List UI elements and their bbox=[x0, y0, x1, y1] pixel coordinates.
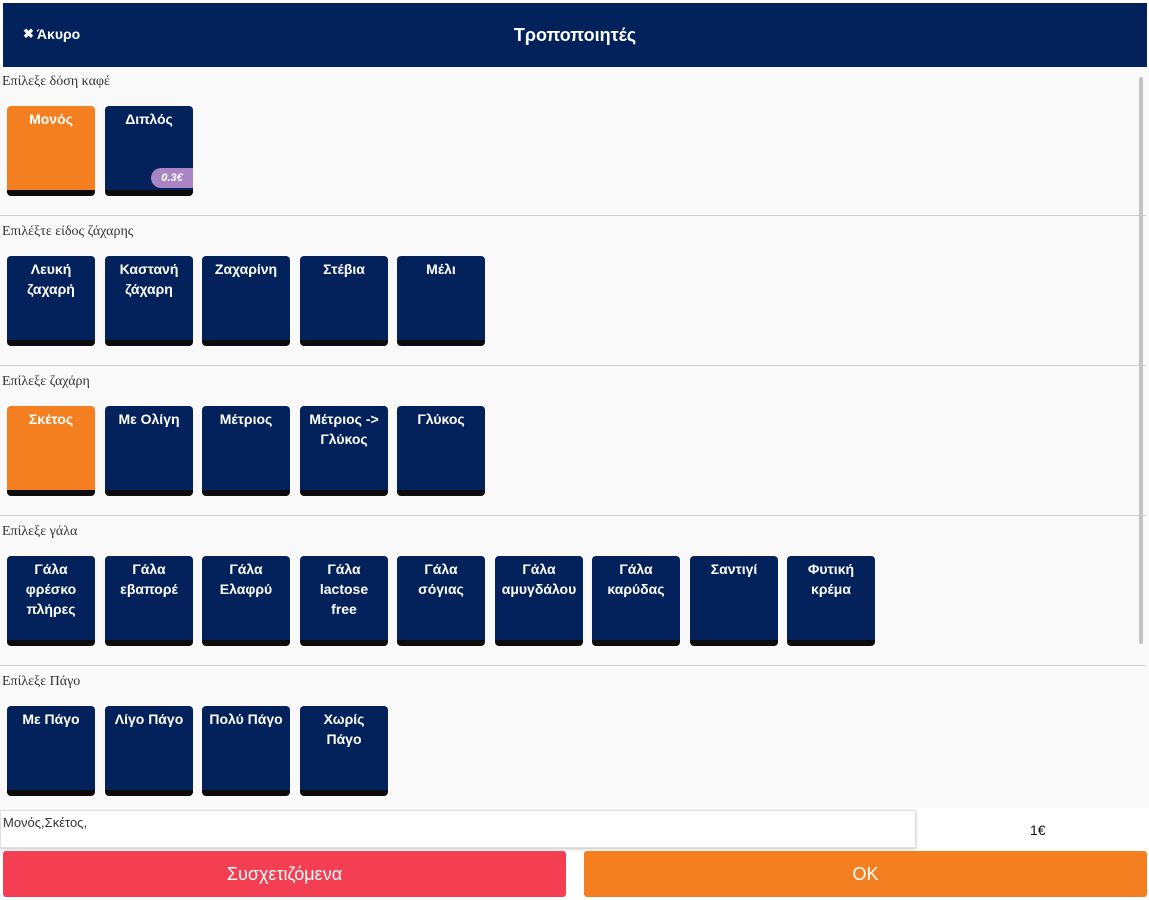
modifier-option[interactable]: Μέλι bbox=[397, 256, 485, 346]
modifier-option-label: Με Ολίγη bbox=[118, 411, 180, 427]
modifier-option-label: Μέτριος -> Γλύκος bbox=[309, 411, 379, 447]
group-label: Επίλεξε γάλα bbox=[2, 524, 78, 539]
modifier-option-label: Χωρίς Πάγο bbox=[323, 711, 365, 747]
modifier-option-label: Γάλα εβαπορέ bbox=[120, 561, 178, 597]
modifier-option[interactable]: Γάλα εβαπορέ bbox=[105, 556, 193, 646]
total-price: 1€ bbox=[1030, 822, 1046, 838]
page-title: Τροποποιητές bbox=[513, 25, 637, 45]
modifier-option-label: Φυτική κρέμα bbox=[807, 561, 855, 597]
group-divider bbox=[0, 215, 1146, 216]
modifier-option-label: Γάλα καρύδας bbox=[607, 561, 665, 597]
group-divider bbox=[0, 365, 1146, 366]
modifier-option[interactable]: Λίγο Πάγο bbox=[105, 706, 193, 796]
top-bar: ✖ Άκυρο Τροποποιητές bbox=[3, 3, 1147, 67]
modifiers-panel[interactable]: Επίλεξε δόση καφέ Μονός Διπλός 0.3€ Επιλέξτε… bbox=[0, 67, 1149, 808]
modifier-group: Επίλεξε γάλα Γάλα φρέσκο πλήρες Γάλα εβαπο… bbox=[0, 517, 1146, 667]
modifier-option-label: Σαντιγί bbox=[710, 561, 758, 577]
modifier-option[interactable]: Διπλός 0.3€ bbox=[105, 106, 193, 196]
selected-modifiers-summary: Μονός,Σκέτος, bbox=[0, 810, 916, 848]
modifier-option[interactable]: Ζαχαρίνη bbox=[202, 256, 290, 346]
modifier-option[interactable]: Γάλα καρύδας bbox=[592, 556, 680, 646]
modifier-option-label: Μέτριος bbox=[219, 411, 273, 427]
modifier-group: Επίλεξε ζαχάρη Σκέτος Με Ολίγη Μέτριος Μέτρι… bbox=[0, 367, 1146, 517]
modifier-option-label: Μονός bbox=[29, 111, 73, 127]
modifier-option[interactable]: Μονός bbox=[7, 106, 95, 196]
group-label: Επίλεξε δόση καφέ bbox=[2, 74, 110, 89]
modifier-option-label: Ζαχαρίνη bbox=[214, 261, 278, 277]
modifier-group: Επιλέξτε είδος ζάχαρης Λευκή ζαχαρή Κασταν… bbox=[0, 217, 1146, 367]
modifier-option-label: Μέλι bbox=[426, 261, 456, 277]
price-badge: 0.3€ bbox=[151, 168, 193, 188]
modifier-option[interactable]: Γάλα Ελαφρύ bbox=[202, 556, 290, 646]
modifier-option[interactable]: Λευκή ζαχαρή bbox=[7, 256, 95, 346]
modifier-option[interactable]: Καστανή ζάχαρη bbox=[105, 256, 193, 346]
modifier-option-label: Λίγο Πάγο bbox=[114, 711, 184, 727]
group-label: Επίλεξε Πάγο bbox=[2, 674, 81, 689]
modifier-option[interactable]: Στέβια bbox=[300, 256, 388, 346]
modifier-option[interactable]: Γάλα φρέσκο πλήρες bbox=[7, 556, 95, 646]
group-label: Επιλέξτε είδος ζάχαρης bbox=[2, 224, 134, 239]
modifier-option-label: Γάλα φρέσκο πλήρες bbox=[25, 561, 77, 617]
modifier-option-label: Λευκή ζαχαρή bbox=[27, 261, 75, 297]
modifier-option-label: Γάλα Ελαφρύ bbox=[219, 561, 273, 597]
modifier-option[interactable]: Μέτριος -> Γλύκος bbox=[300, 406, 388, 496]
modifier-option[interactable]: Με Πάγο bbox=[7, 706, 95, 796]
modifier-option[interactable]: Σαντιγί bbox=[690, 556, 778, 646]
modifier-option-label: Πολύ Πάγο bbox=[209, 711, 283, 727]
modifier-option[interactable]: Γάλα σόγιας bbox=[397, 556, 485, 646]
modifier-group: Επίλεξε δόση καφέ Μονός Διπλός 0.3€ bbox=[0, 67, 1146, 217]
modifier-option-label: Γλύκος bbox=[417, 411, 465, 427]
modifier-option-label: Γάλα αμυγδάλου bbox=[501, 561, 577, 597]
modifier-option[interactable]: Χωρίς Πάγο bbox=[300, 706, 388, 796]
related-button[interactable]: Συσχετιζόμενα bbox=[3, 851, 566, 897]
group-label: Επίλεξε ζαχάρη bbox=[2, 374, 90, 389]
modifier-option-label: Διπλός bbox=[125, 111, 173, 127]
scrollbar[interactable] bbox=[1139, 77, 1143, 644]
modifier-option[interactable]: Μέτριος bbox=[202, 406, 290, 496]
modifier-option-label: Στέβια bbox=[323, 261, 365, 277]
modifier-option-label: Με Πάγο bbox=[22, 711, 80, 727]
modifier-option[interactable]: Γάλα lactose free bbox=[300, 556, 388, 646]
modifier-option[interactable]: Σκέτος bbox=[7, 406, 95, 496]
modifier-option-label: Γάλα lactose free bbox=[319, 561, 369, 617]
group-divider bbox=[0, 515, 1146, 516]
modifier-option[interactable]: Φυτική κρέμα bbox=[787, 556, 875, 646]
group-divider bbox=[0, 665, 1146, 666]
modifier-group: Επίλεξε Πάγο Με Πάγο Λίγο Πάγο Πολύ Πάγο Χωρ… bbox=[0, 667, 1146, 808]
ok-button[interactable]: OK bbox=[584, 851, 1147, 897]
modifier-option[interactable]: Πολύ Πάγο bbox=[202, 706, 290, 796]
modifier-option[interactable]: Με Ολίγη bbox=[105, 406, 193, 496]
modifier-option-label: Καστανή ζάχαρη bbox=[119, 261, 179, 297]
modifier-option[interactable]: Γάλα αμυγδάλου bbox=[495, 556, 583, 646]
modifier-option-label: Γάλα σόγιας bbox=[418, 561, 464, 597]
modifier-option[interactable]: Γλύκος bbox=[397, 406, 485, 496]
modifier-option-label: Σκέτος bbox=[28, 411, 74, 427]
